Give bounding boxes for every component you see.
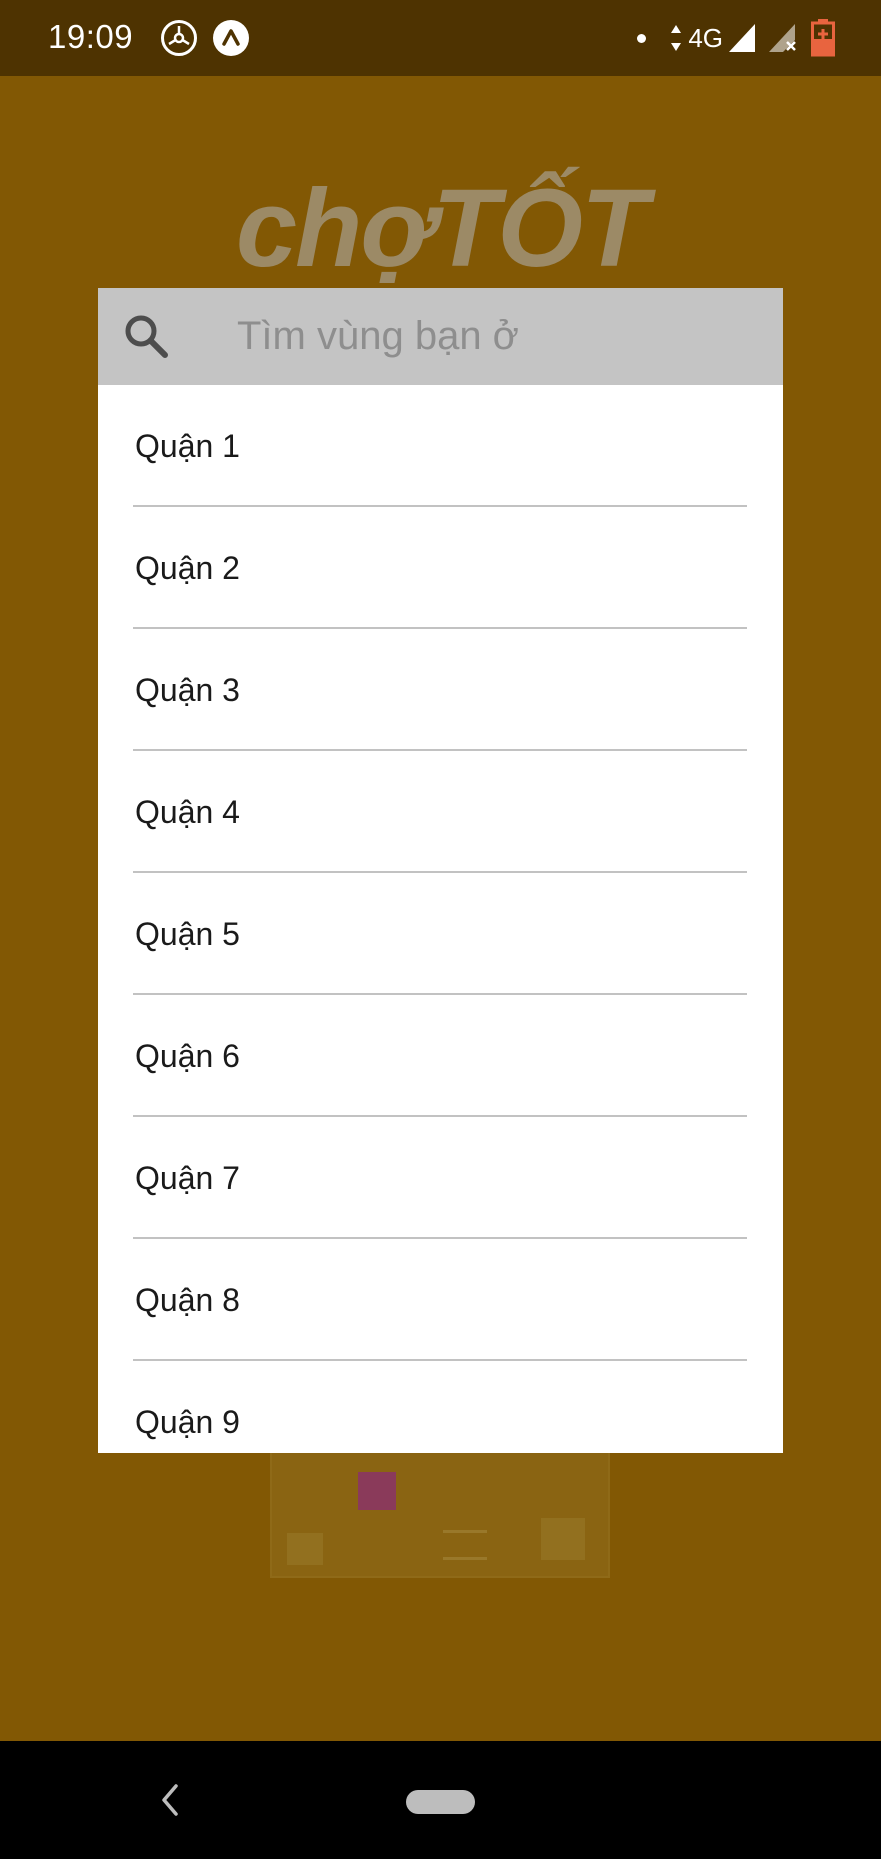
district-label: Quận 2 xyxy=(135,549,240,586)
search-icon xyxy=(125,315,168,358)
list-item[interactable]: Quận 5 xyxy=(133,873,747,995)
district-label: Quận 3 xyxy=(135,671,240,708)
list-item[interactable]: Quận 6 xyxy=(133,995,747,1117)
list-item[interactable]: Quận 4 xyxy=(133,751,747,873)
district-label: Quận 8 xyxy=(135,1281,240,1318)
signal-no-sim-icon xyxy=(769,24,796,52)
network-type: 4G xyxy=(688,22,723,53)
search-input[interactable] xyxy=(237,310,757,362)
background-illustration-square xyxy=(358,1472,396,1510)
background-illustration-tile xyxy=(287,1533,323,1565)
district-label: Quận 6 xyxy=(135,1037,240,1074)
background-illustration-lines xyxy=(443,1530,487,1560)
battery-charging-icon xyxy=(811,19,835,57)
expo-icon xyxy=(213,20,249,56)
district-picker-modal: Quận 1 Quận 2 Quận 3 Quận 4 Quận 5 Quận … xyxy=(98,288,783,1453)
list-item[interactable]: Quận 1 xyxy=(133,385,747,507)
list-item[interactable]: Quận 8 xyxy=(133,1239,747,1361)
back-icon[interactable] xyxy=(150,1776,190,1824)
list-item[interactable]: Quận 2 xyxy=(133,507,747,629)
district-label: Quận 7 xyxy=(135,1159,240,1196)
home-pill[interactable] xyxy=(406,1790,475,1814)
list-item[interactable]: Quận 9 xyxy=(133,1361,747,1453)
gear-icon xyxy=(161,20,197,56)
status-time: 19:09 xyxy=(48,18,134,55)
app-logo: chợTỐT xyxy=(236,167,648,290)
search-bar xyxy=(98,288,783,385)
background-illustration-tile xyxy=(541,1518,585,1560)
data-arrows-icon xyxy=(671,25,682,51)
screen: 19:09 4G chợTỐT Tìm vùng bạn ở Quận 1 Qu… xyxy=(0,0,881,1859)
notification-dot-icon xyxy=(637,33,647,43)
district-label: Quận 4 xyxy=(135,793,240,830)
district-label: Quận 9 xyxy=(135,1403,240,1440)
district-label: Quận 1 xyxy=(135,427,240,464)
status-right-cluster: 4G xyxy=(637,18,835,58)
list-item[interactable]: Quận 7 xyxy=(133,1117,747,1239)
status-bar: 19:09 4G xyxy=(0,0,881,76)
list-item[interactable]: Quận 3 xyxy=(133,629,747,751)
district-label: Quận 5 xyxy=(135,915,240,952)
district-list: Quận 1 Quận 2 Quận 3 Quận 4 Quận 5 Quận … xyxy=(98,385,783,1453)
signal-icon xyxy=(729,24,755,52)
